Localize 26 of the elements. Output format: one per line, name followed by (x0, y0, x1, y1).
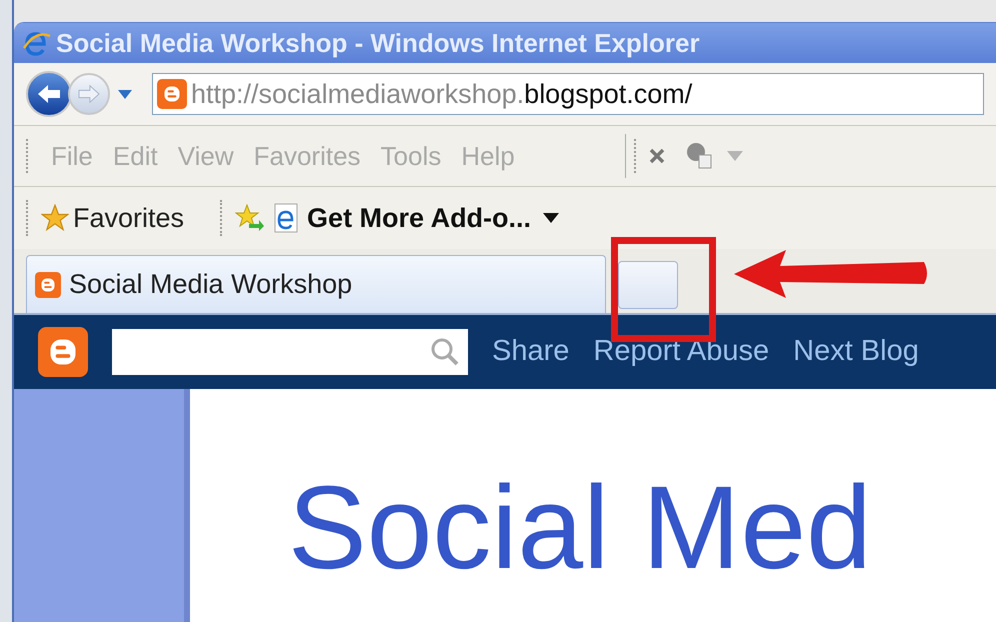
search-icon (430, 337, 460, 367)
search-field[interactable] (112, 329, 468, 375)
address-field[interactable]: http://socialmediaworkshop.blogspot.com/ (152, 73, 984, 115)
favorites-button[interactable]: Favorites (41, 198, 184, 238)
right-arrow-icon (77, 84, 101, 104)
blogger-logo-icon (35, 272, 61, 298)
navbar-link[interactable]: Report Abuse (593, 330, 770, 374)
url-text: http://socialmediaworkshop.blogspot.com/ (191, 78, 692, 111)
page-icon (273, 203, 300, 233)
add-favorite-icon[interactable] (235, 204, 266, 232)
star-icon (41, 204, 69, 232)
caret-icon (543, 213, 560, 223)
dropdown-arrow-icon[interactable] (118, 90, 132, 98)
blogger-logo-icon (38, 327, 88, 377)
close-icon[interactable] (648, 148, 665, 164)
add-ons-link[interactable]: Get More Add-o... (307, 198, 560, 238)
new-tab-button[interactable] (618, 261, 678, 309)
back-button[interactable] (26, 71, 72, 117)
blog-heading: Social Med (288, 469, 873, 587)
browser-tab[interactable]: Social Media Workshop (26, 255, 606, 313)
navbar-link[interactable]: Share (492, 330, 570, 374)
navbar-link[interactable]: Next Blog (793, 330, 919, 374)
left-arrow-icon (36, 83, 62, 105)
window-title: Social Media Workshop - Windows Internet Explorer (56, 26, 700, 60)
arrow-icon (734, 248, 930, 300)
blogger-logo-icon (157, 79, 187, 109)
